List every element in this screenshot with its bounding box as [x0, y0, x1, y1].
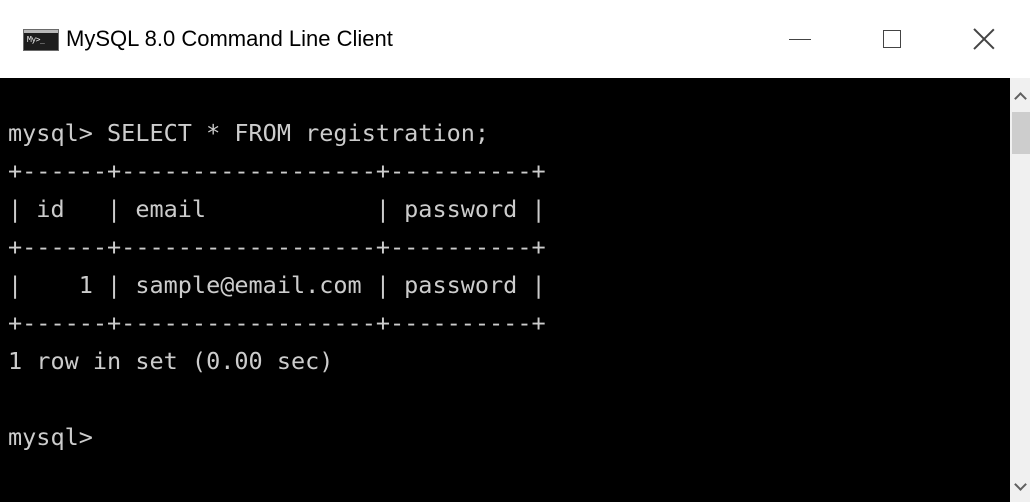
mysql-console-icon: My>_ — [23, 29, 59, 51]
close-button[interactable] — [938, 0, 1030, 78]
maximize-icon — [883, 30, 901, 48]
console-line-result-summary: 1 row in set (0.00 sec) — [8, 347, 334, 375]
scrollbar-thumb[interactable] — [1012, 112, 1030, 154]
console-window: My>_ MySQL 8.0 Command Line Client mysql… — [0, 0, 1030, 502]
console-line-prompt[interactable]: mysql> — [8, 422, 93, 452]
console-line-query: mysql> SELECT * FROM registration; — [8, 119, 490, 147]
console-line-table-header: | id | email | password | — [8, 195, 546, 223]
vertical-scrollbar[interactable] — [1010, 78, 1030, 502]
console-line-table-border: +------+------------------+----------+ — [8, 157, 546, 185]
console-line-table-border: +------+------------------+----------+ — [8, 309, 546, 337]
maximize-button[interactable] — [846, 0, 938, 78]
console-line-table-border: +------+------------------+----------+ — [8, 233, 546, 261]
title-bar[interactable]: My>_ MySQL 8.0 Command Line Client — [0, 0, 1030, 78]
close-icon — [973, 28, 995, 50]
minimize-icon — [789, 38, 811, 40]
icon-label: My>_ — [27, 35, 45, 44]
minimize-button[interactable] — [754, 0, 846, 78]
icon-top-bar — [24, 30, 58, 33]
console-line-table-row: | 1 | sample@email.com | password | — [8, 271, 546, 299]
chevron-down-icon[interactable] — [1010, 472, 1030, 502]
console-output[interactable]: mysql> SELECT * FROM registration; +----… — [0, 78, 1010, 502]
window-title: MySQL 8.0 Command Line Client — [66, 26, 393, 51]
chevron-up-icon[interactable] — [1010, 78, 1030, 112]
